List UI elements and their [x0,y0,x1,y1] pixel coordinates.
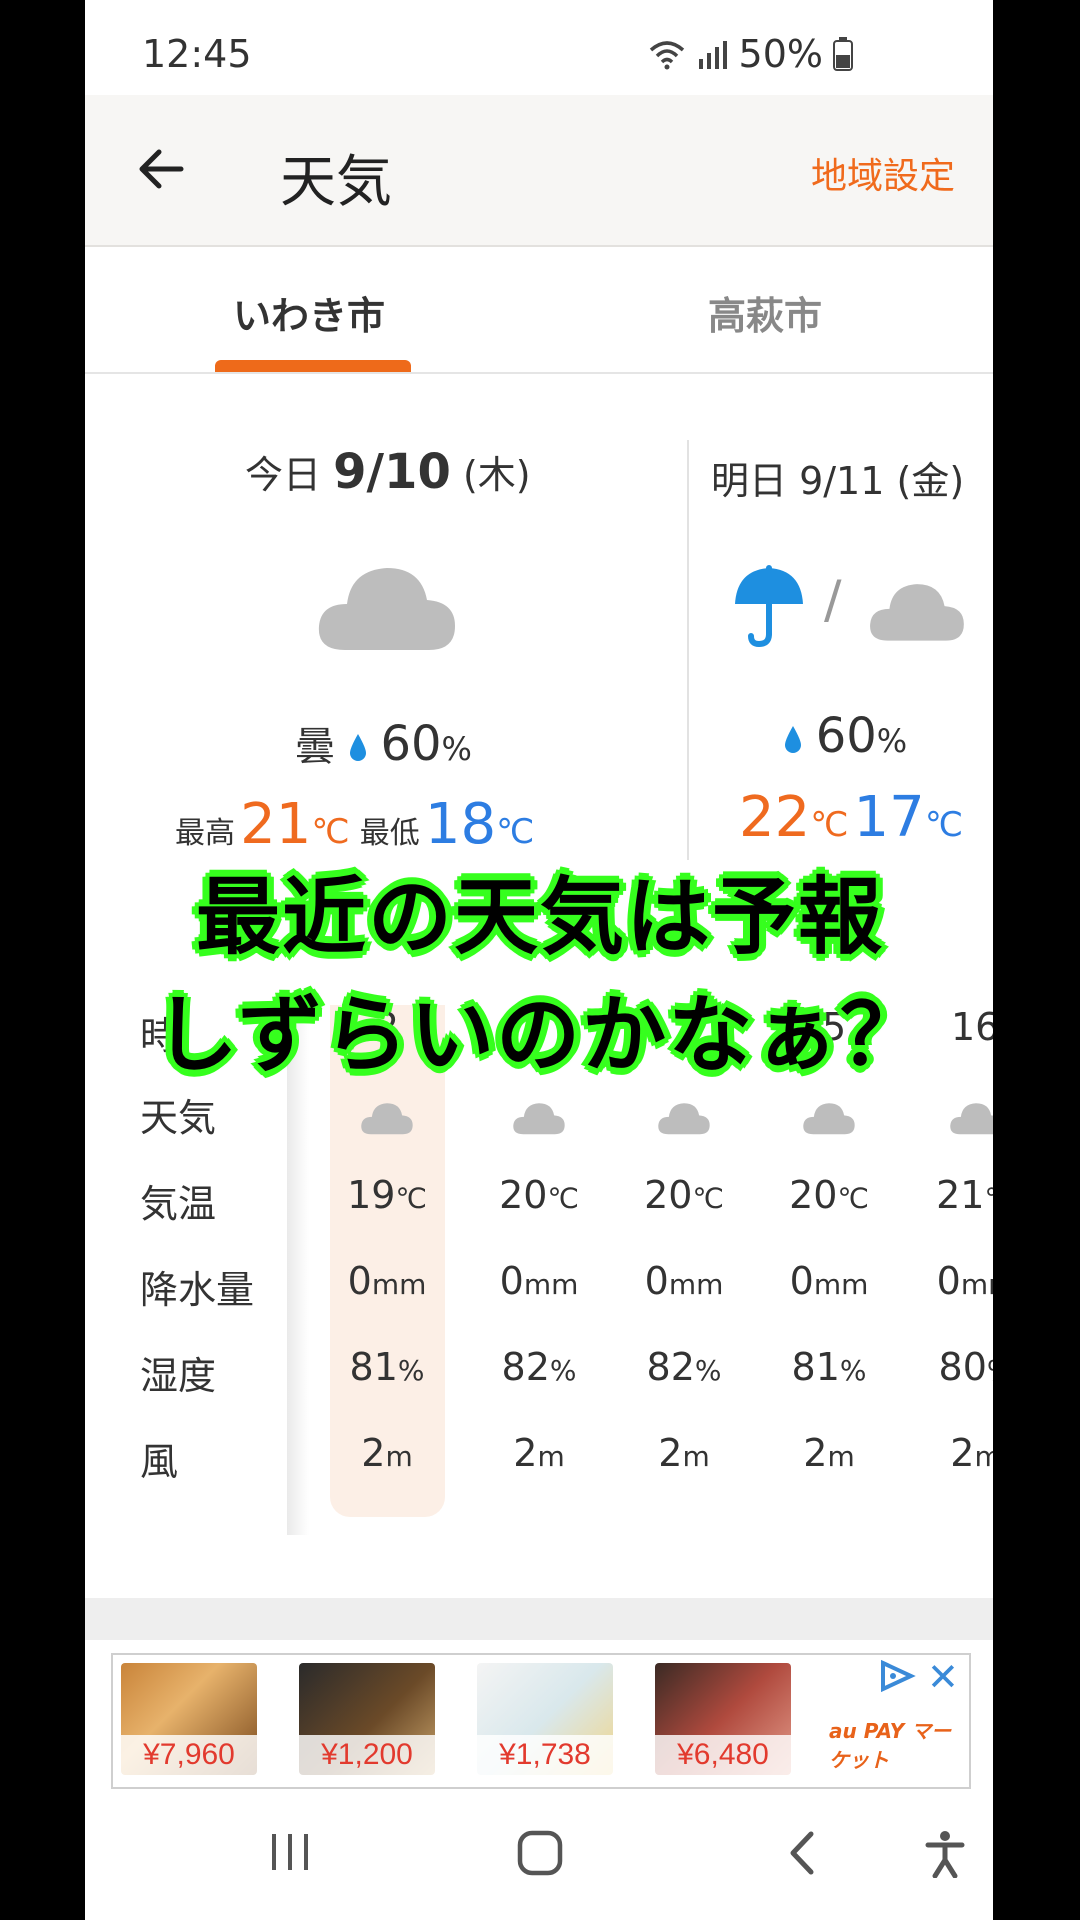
tomorrow-low: 17 [853,785,925,850]
section-divider [85,1598,993,1640]
hourly-humidity: 80% [938,1345,993,1389]
hourly-humidity: 82% [501,1345,577,1389]
today-condition: 曇 60% [295,716,472,772]
hourly-wind: 2m [513,1431,565,1475]
ad-product-3[interactable]: ¥1,738 [477,1663,613,1775]
today-high: 21 [240,792,312,857]
ad-price: ¥6,480 [655,1735,791,1775]
tomorrow-date: 明日 9/11 (金) [711,459,965,503]
ad-product-2[interactable]: ¥1,200 [299,1663,435,1775]
caption-overlay: 最近の天気は予報 しずらいのかなぁ？ [0,858,1080,1094]
ad-choices-icon[interactable] [877,1659,917,1697]
hourly-wind: 2m [950,1431,993,1475]
hourly-wind: 2m [361,1431,413,1475]
ad-close-icon[interactable]: ✕ [927,1655,959,1699]
hourly-temp: 21℃ [936,1173,993,1217]
hourly-rain: 0mm [936,1259,993,1303]
tab-indicator [215,360,411,372]
region-settings-button[interactable]: 地域設定 [811,147,955,199]
wifi-icon [647,38,687,70]
signal-icon [697,39,729,69]
ad-price: ¥7,960 [121,1735,257,1775]
today-card[interactable]: 今日 9/10 (木) 曇 60% 最高 21℃ 最低 18℃ [85,374,685,894]
status-icons: 50% [647,32,853,76]
hourly-temp: 19℃ [347,1173,427,1217]
caption-line-1: 最近の天気は予報 [195,868,884,966]
ad-banner[interactable]: ¥7,960 ¥1,200 ¥1,738 ¥6,480 ✕ au PAY マーケ… [111,1653,971,1789]
row-label-wind: 風 [140,1440,179,1484]
today-date: 今日 9/10 (木) [245,444,531,500]
hourly-humidity: 82% [646,1345,722,1389]
hourly-wind: 2m [803,1431,855,1475]
hourly-temp: 20℃ [789,1173,869,1217]
raindrop-icon [783,718,803,764]
back-nav-icon[interactable] [785,1830,817,1880]
umbrella-icon [731,564,807,652]
cloud-icon [474,1100,604,1144]
row-label-temp: 気温 [140,1182,217,1226]
row-label-humidity: 湿度 [140,1354,217,1398]
hourly-humidity: 81% [791,1345,867,1389]
ad-brand-logo: au PAY マーケット [829,1719,952,1772]
tomorrow-temps: 22℃ 17℃ [739,785,963,850]
cloud-icon [315,562,459,656]
ad-product-4[interactable]: ¥6,480 [655,1663,791,1775]
ad-price: ¥1,738 [477,1735,613,1775]
hourly-rain: 0mm [644,1259,724,1303]
cloud-icon [322,1100,452,1144]
hourly-wind: 2m [658,1431,710,1475]
home-icon[interactable] [517,1830,563,1880]
cloud-icon [867,580,967,646]
ad-product-1[interactable]: ¥7,960 [121,1663,257,1775]
status-time: 12:45 [142,32,252,76]
cloud-icon [764,1100,894,1144]
hourly-temp: 20℃ [499,1173,579,1217]
today-temps: 最高 21℃ 最低 18℃ [175,792,535,857]
raindrop-icon [348,726,368,772]
status-bar: 12:45 50% [85,0,993,95]
cloud-icon [911,1100,993,1144]
tomorrow-card[interactable]: 明日 9/11 (金) / 60% 22℃ 17℃ [687,440,993,860]
today-low: 18 [424,792,497,857]
tomorrow-precip: 60% [783,708,907,764]
tomorrow-high: 22 [739,785,811,850]
back-arrow-icon[interactable] [135,143,187,195]
recent-apps-icon[interactable] [268,1830,312,1878]
app-bar: 天気 地域設定 [85,95,993,247]
hourly-humidity: 81% [349,1345,425,1389]
battery-percent: 50% [738,32,823,76]
cloud-icon [619,1100,749,1144]
tab-iwaki[interactable]: いわき市 [233,285,385,340]
row-label-rain: 降水量 [140,1268,255,1312]
hourly-temp: 20℃ [644,1173,724,1217]
battery-icon [833,37,853,71]
city-tabs: いわき市 高萩市 [85,247,993,374]
ad-price: ¥1,200 [299,1735,435,1775]
icon-separator: / [824,570,842,630]
tab-takahagi[interactable]: 高萩市 [708,285,822,340]
caption-line-2: しずらいのかなぁ？ [153,986,927,1084]
hourly-rain: 0mm [499,1259,579,1303]
hourly-rain: 0mm [789,1259,869,1303]
row-label-weather: 天気 [140,1096,217,1140]
hourly-rain: 0mm [347,1259,427,1303]
accessibility-icon[interactable] [925,1830,965,1882]
page-title: 天気 [280,150,392,215]
daily-forecast: 今日 9/10 (木) 曇 60% 最高 21℃ 最低 18℃ 明日 9/11 … [85,374,993,894]
system-nav-bar [85,1790,993,1920]
